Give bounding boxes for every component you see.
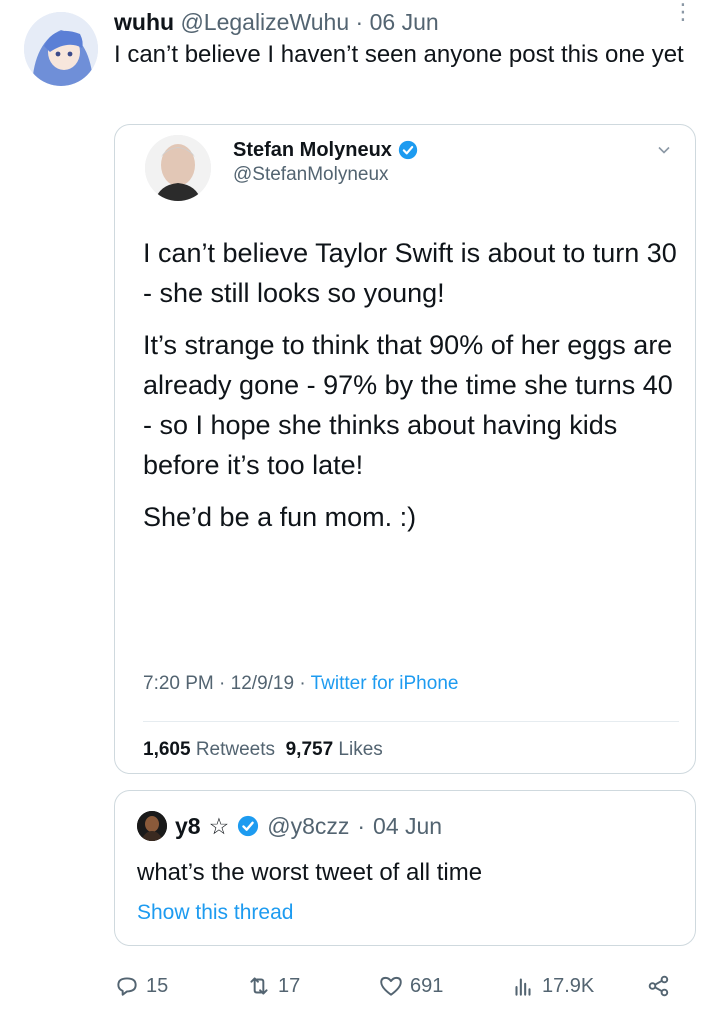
quoted2-date[interactable]: 04 Jun (373, 811, 442, 841)
retweet-button[interactable]: 17 (246, 966, 300, 1006)
like-count: 691 (410, 974, 444, 997)
show-thread-link[interactable]: Show this thread (137, 899, 293, 927)
chevron-down-icon[interactable] (657, 143, 671, 157)
tweet-date[interactable]: 06 Jun (370, 9, 439, 35)
quoted-source-link[interactable]: Twitter for iPhone (311, 673, 459, 694)
quoted-timestamp: 7:20 PM · 12/9/19 · Twitter for iPhone (143, 673, 459, 694)
separator-dot: · (357, 813, 366, 839)
quoted-time[interactable]: 7:20 PM (143, 673, 214, 694)
star-icon: ☆ (208, 813, 230, 839)
profile-photo-icon (137, 811, 167, 841)
author-handle[interactable]: @LegalizeWuhu (180, 9, 349, 35)
divider (143, 721, 679, 722)
quoted-author-name[interactable]: Stefan Molyneux (233, 137, 392, 163)
separator-dot: · (349, 9, 370, 35)
views-count: 17.9K (542, 974, 595, 997)
quoted2-avatar[interactable] (137, 811, 167, 841)
action-bar: 15 17 691 17.9K (114, 966, 694, 1006)
quoted-tweet-text: I can’t believe Taylor Swift is about to… (143, 233, 683, 549)
bar-chart-icon (515, 978, 531, 996)
quoted-thread-card[interactable]: y8 ☆ @y8czz · 04 Jun what’s the worst tw… (114, 790, 696, 946)
retweet-count: 17 (278, 974, 301, 997)
tweet-header: wuhu @LegalizeWuhu · 06 Jun (114, 6, 680, 38)
quoted-author-handle[interactable]: @StefanMolyneux (233, 163, 389, 187)
quoted-paragraph: I can’t believe Taylor Swift is about to… (143, 238, 677, 308)
quoted-stats: 1,605 Retweets 9,757 Likes (143, 739, 383, 761)
profile-photo-icon (145, 135, 211, 201)
retweets-label[interactable]: Retweets (196, 739, 275, 760)
quoted2-author-handle[interactable]: @y8czz (267, 811, 349, 841)
quoted-avatar[interactable] (145, 135, 211, 201)
tweet-text: I can’t believe I haven’t seen anyone po… (114, 41, 684, 68)
verified-badge-icon (238, 815, 259, 837)
views-button[interactable]: 17.9K (510, 966, 594, 1006)
author-name[interactable]: wuhu (114, 9, 174, 35)
anime-avatar-icon (24, 12, 98, 86)
share-button[interactable] (646, 966, 672, 1006)
reply-count: 15 (146, 974, 169, 997)
likes-count[interactable]: 9,757 (286, 739, 334, 760)
retweet-icon (250, 977, 268, 995)
reply-button[interactable]: 15 (114, 966, 168, 1006)
quoted2-header: y8 ☆ @y8czz · 04 Jun (137, 811, 442, 841)
quoted-date[interactable]: 12/9/19 (231, 673, 294, 694)
avatar[interactable] (24, 12, 98, 86)
verified-badge-icon (398, 140, 418, 160)
more-options-icon[interactable]: ⋮ (672, 1, 694, 23)
quoted-author: Stefan Molyneux (233, 137, 418, 163)
heart-icon (380, 976, 402, 996)
like-button[interactable]: 691 (378, 966, 443, 1006)
quoted2-author-name[interactable]: y8 (175, 811, 201, 841)
retweets-count[interactable]: 1,605 (143, 739, 191, 760)
quoted2-text: what’s the worst tweet of all time (137, 859, 483, 886)
quoted-paragraph: She’d be a fun mom. :) (143, 502, 417, 532)
share-icon (648, 975, 669, 997)
reply-icon (117, 977, 137, 996)
quoted-tweet-card[interactable]: Stefan Molyneux @StefanMolyneux I can’t … (114, 124, 696, 774)
likes-label[interactable]: Likes (338, 739, 382, 760)
quoted-paragraph: It’s strange to think that 90% of her eg… (143, 330, 673, 480)
